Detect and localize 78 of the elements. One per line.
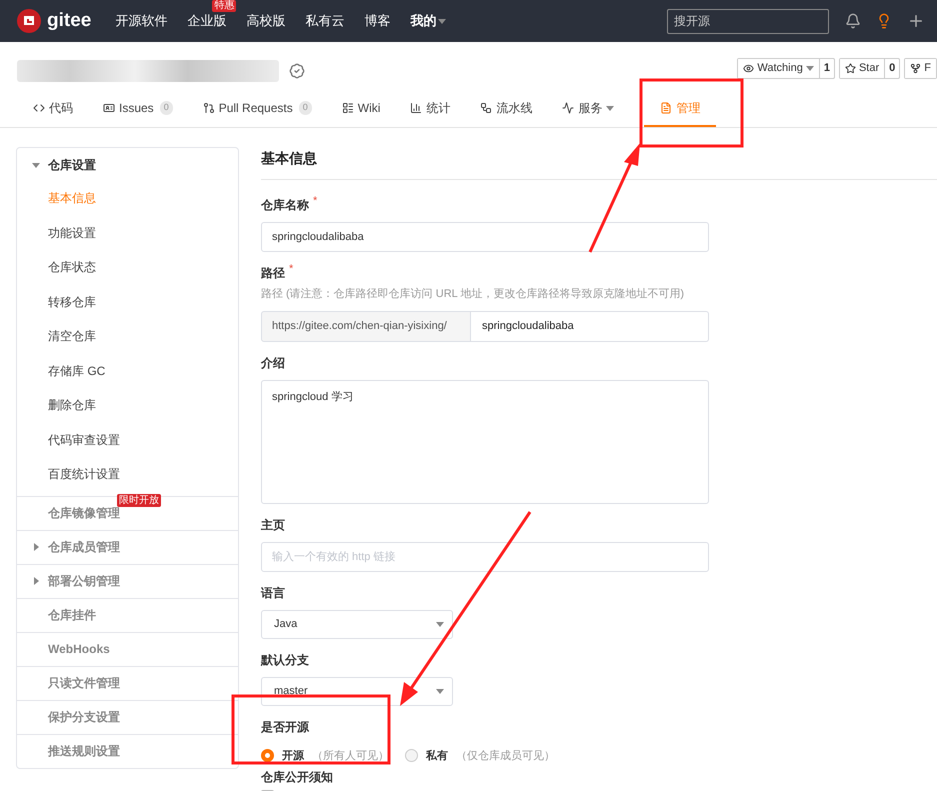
repo-tab[interactable]: 统计 [410, 99, 450, 127]
field-label: 主页 [261, 516, 285, 534]
notification-icon[interactable] [845, 13, 861, 29]
search-field[interactable]: 搜开源 [667, 8, 829, 34]
sidebar-subitem[interactable]: 清空仓库 [48, 327, 96, 346]
bar-chart-icon [410, 102, 422, 114]
sidebar-subitem[interactable]: 功能设置 [48, 224, 96, 242]
nav-link[interactable]: 高校版 [246, 13, 286, 28]
sidebar-item[interactable]: 仓库挂件 [48, 608, 96, 622]
select-dropdown[interactable]: Java [261, 610, 453, 638]
required-mark: * [313, 196, 318, 207]
list-icon [342, 102, 354, 114]
sidebar-subitem[interactable]: 转移仓库 [48, 292, 96, 311]
sidebar-subitem[interactable]: 删除仓库 [48, 396, 96, 414]
document-icon [660, 102, 672, 114]
sidebar-item[interactable]: 仓库成员管理 [48, 540, 120, 554]
text-field[interactable]: springcloudalibaba [261, 222, 709, 252]
field-label: 是否开源 [261, 718, 309, 736]
action-count: 0 [884, 58, 900, 78]
nav-link[interactable]: 私有云 [305, 13, 344, 28]
field-label: 路径 [261, 265, 285, 282]
repo-tab[interactable]: 流水线 [480, 99, 532, 127]
sidebar-item[interactable]: WebHooks [48, 642, 110, 656]
repo-tab[interactable]: Issues 0 [103, 99, 173, 127]
repo-tab[interactable]: 服务 [562, 99, 614, 127]
sidebar-item[interactable]: 部署公钥管理 [48, 574, 120, 588]
promo-badge: 限时开放 [117, 494, 161, 507]
sidebar-item[interactable]: 仓库设置 [48, 158, 96, 172]
nav-menu[interactable]: 我的 [410, 11, 446, 31]
repo-tab[interactable]: 代码 [33, 99, 73, 127]
logo-text[interactable]: gitee [47, 6, 92, 36]
required-mark: * [289, 264, 294, 275]
sidebar-item[interactable]: 保护分支设置 [48, 710, 120, 724]
sidebar-subitem[interactable]: 存储库 GC [48, 362, 106, 380]
star-icon [844, 62, 856, 74]
tab-count: 0 [298, 101, 312, 115]
field-label: 介绍 [261, 354, 285, 372]
sidebar-subitem[interactable]: 仓库状态 [48, 258, 96, 276]
caret-down-icon [806, 64, 814, 72]
caret-down-icon [438, 17, 446, 25]
repo-tab[interactable]: Wiki [342, 99, 380, 127]
radio-option[interactable]: 私有 （仅仓库成员可见） [405, 748, 555, 764]
badge-icon [289, 63, 305, 79]
url-prefix: https://gitee.com/chen-qian-yisixing/ [261, 310, 471, 342]
workflow-icon [480, 102, 492, 114]
field-label: 仓库公开须知 [261, 769, 333, 786]
sidebar-item[interactable]: 仓库镜像管理 [48, 506, 120, 520]
tab-count: 0 [160, 101, 173, 115]
caret-down-icon [436, 687, 444, 695]
fork-icon [910, 62, 922, 74]
field-label: 语言 [261, 584, 285, 602]
hint-text: 路径 (请注意：仓库路径即仓库访问 URL 地址，更改仓库路径将导致原克隆地址不可用) [261, 286, 686, 302]
plus-icon[interactable] [907, 12, 925, 30]
caret-down-icon [606, 104, 614, 112]
field-label: 仓库名称 [261, 197, 309, 214]
radio-option[interactable]: 开源 （所有人可见） [261, 748, 389, 764]
caret-down-icon [436, 620, 444, 628]
logo-icon [17, 9, 41, 33]
repo-tab[interactable]: Pull Requests 0 [202, 99, 312, 127]
pull-request-icon [202, 102, 215, 114]
sidebar-item[interactable]: 推送规则设置 [48, 744, 120, 758]
sidebar-subitem[interactable]: 代码审查设置 [48, 430, 120, 449]
url-field[interactable]: 输入一个有效的 http 链接 [261, 542, 709, 572]
description-field[interactable]: springcloud 学习 [261, 380, 709, 504]
id-card-icon [103, 102, 115, 114]
sidebar-item[interactable]: 只读文件管理 [48, 676, 120, 690]
action-count: 1 [818, 58, 834, 78]
repo-action-button[interactable]: F [905, 58, 936, 78]
field-label: 默认分支 [261, 652, 309, 668]
pulse-icon [562, 102, 574, 114]
code-icon [33, 102, 45, 114]
nav-link[interactable]: 企业版 [187, 13, 226, 28]
nav-link[interactable]: 博客 [364, 13, 390, 28]
eye-icon [743, 62, 754, 74]
sidebar-subitem[interactable]: 百度统计设置 [48, 465, 120, 484]
nav-link[interactable]: 开源软件 [115, 13, 168, 28]
path-field[interactable]: springcloudalibaba [471, 310, 709, 342]
promo-badge: 特惠 [212, 0, 236, 12]
